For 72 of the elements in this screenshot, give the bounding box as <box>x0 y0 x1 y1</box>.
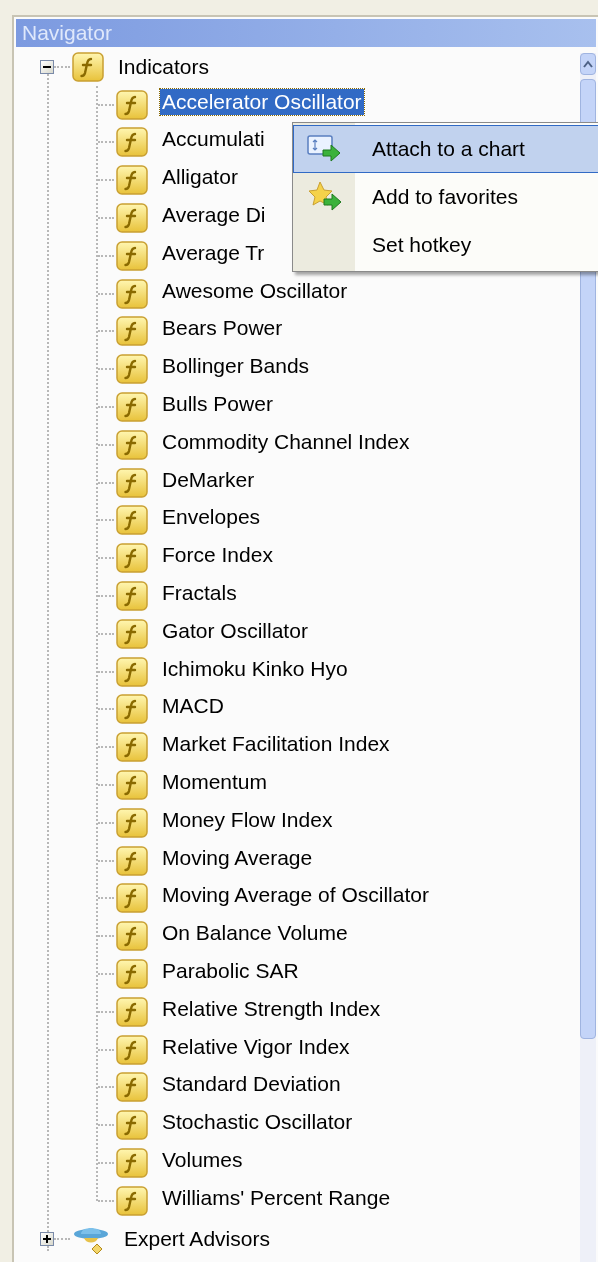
function-icon <box>116 618 148 649</box>
function-icon <box>116 921 148 952</box>
function-icon <box>116 770 148 801</box>
tree-item[interactable]: Accelerator Oscillator <box>160 88 364 115</box>
scroll-up-button[interactable] <box>580 53 596 75</box>
function-icon <box>116 1034 148 1065</box>
chart-arrow-icon <box>307 134 343 164</box>
tree-item[interactable]: Market Facilitation Index <box>160 731 392 758</box>
function-icon <box>116 165 148 196</box>
tree-item[interactable]: Expert Advisors <box>122 1222 272 1255</box>
function-icon <box>116 429 148 460</box>
function-icon <box>116 996 148 1027</box>
tree-item[interactable]: Parabolic SAR <box>160 958 301 984</box>
function-icon <box>116 240 148 271</box>
function-icon <box>116 732 148 763</box>
tree-item[interactable]: Ichimoku Kinko Hyo <box>160 655 350 682</box>
tree-item[interactable]: Indicators <box>116 51 212 83</box>
tree-item[interactable]: Moving Average <box>160 844 315 871</box>
function-icon <box>116 845 148 876</box>
function-icon <box>116 127 148 158</box>
tree-item[interactable]: Envelopes <box>160 504 263 531</box>
function-icon <box>116 505 148 536</box>
tree-item[interactable]: Average Tr <box>160 239 267 266</box>
menu-item[interactable]: Add to favorites <box>293 173 598 221</box>
function-icon <box>116 807 148 838</box>
function-icon <box>116 278 148 309</box>
window-title: Navigator <box>16 19 596 47</box>
function-icon <box>116 1110 148 1141</box>
function-icon <box>116 1072 148 1103</box>
tree-item[interactable]: Bollinger Bands <box>160 353 312 380</box>
tree-item[interactable]: Momentum <box>160 769 270 796</box>
function-icon <box>116 354 148 385</box>
function-icon <box>116 959 148 989</box>
tree-item[interactable]: Money Flow Index <box>160 806 335 833</box>
tree-item[interactable]: Force Index <box>160 542 275 569</box>
expand-toggle[interactable] <box>40 1231 54 1246</box>
tree-item[interactable]: MACD <box>160 693 226 720</box>
tree-item[interactable]: Relative Vigor Index <box>160 1033 352 1060</box>
tree-item[interactable]: Relative Strength Index <box>160 995 383 1022</box>
tree-item[interactable]: Accumulati <box>160 126 267 153</box>
tree-item[interactable]: Williams' Percent Range <box>160 1184 393 1211</box>
function-icon <box>116 89 148 120</box>
tree-item[interactable]: Stochastic Oscillator <box>160 1109 355 1136</box>
tree-item[interactable]: Standard Deviation <box>160 1071 343 1098</box>
tree-item[interactable]: Volumes <box>160 1147 245 1173</box>
menu-item[interactable]: Set hotkey <box>293 221 598 269</box>
menu-item[interactable]: Attach to a chart <box>293 125 598 173</box>
function-icon <box>116 656 148 687</box>
tree-item[interactable]: Bulls Power <box>160 391 275 418</box>
tree-item[interactable]: Moving Average of Oscillator <box>160 882 431 909</box>
function-icon <box>116 883 148 914</box>
tree-item[interactable]: DeMarker <box>160 466 257 493</box>
tree-item[interactable]: Awesome Oscillator <box>160 277 350 304</box>
collapse-toggle[interactable] <box>40 59 54 74</box>
function-icon <box>116 694 148 725</box>
function-icon <box>116 467 148 498</box>
function-icon <box>116 543 148 574</box>
tree-item[interactable]: Alligator <box>160 164 240 191</box>
tree-item[interactable]: Bears Power <box>160 315 285 342</box>
tree-item[interactable]: Fractals <box>160 580 239 607</box>
tree-item[interactable]: On Balance Volume <box>160 920 350 947</box>
function-icon <box>72 51 104 82</box>
tree-item[interactable]: Gator Oscillator <box>160 617 310 644</box>
function-icon <box>116 1185 148 1216</box>
star-arrow-icon <box>307 181 343 213</box>
function-icon <box>116 392 148 423</box>
function-icon <box>116 581 148 612</box>
function-icon <box>116 1148 148 1178</box>
function-icon <box>116 316 148 347</box>
function-icon <box>116 203 148 234</box>
tree-item[interactable]: Average Di <box>160 202 268 229</box>
tree-item[interactable]: Commodity Channel Index <box>160 428 412 455</box>
